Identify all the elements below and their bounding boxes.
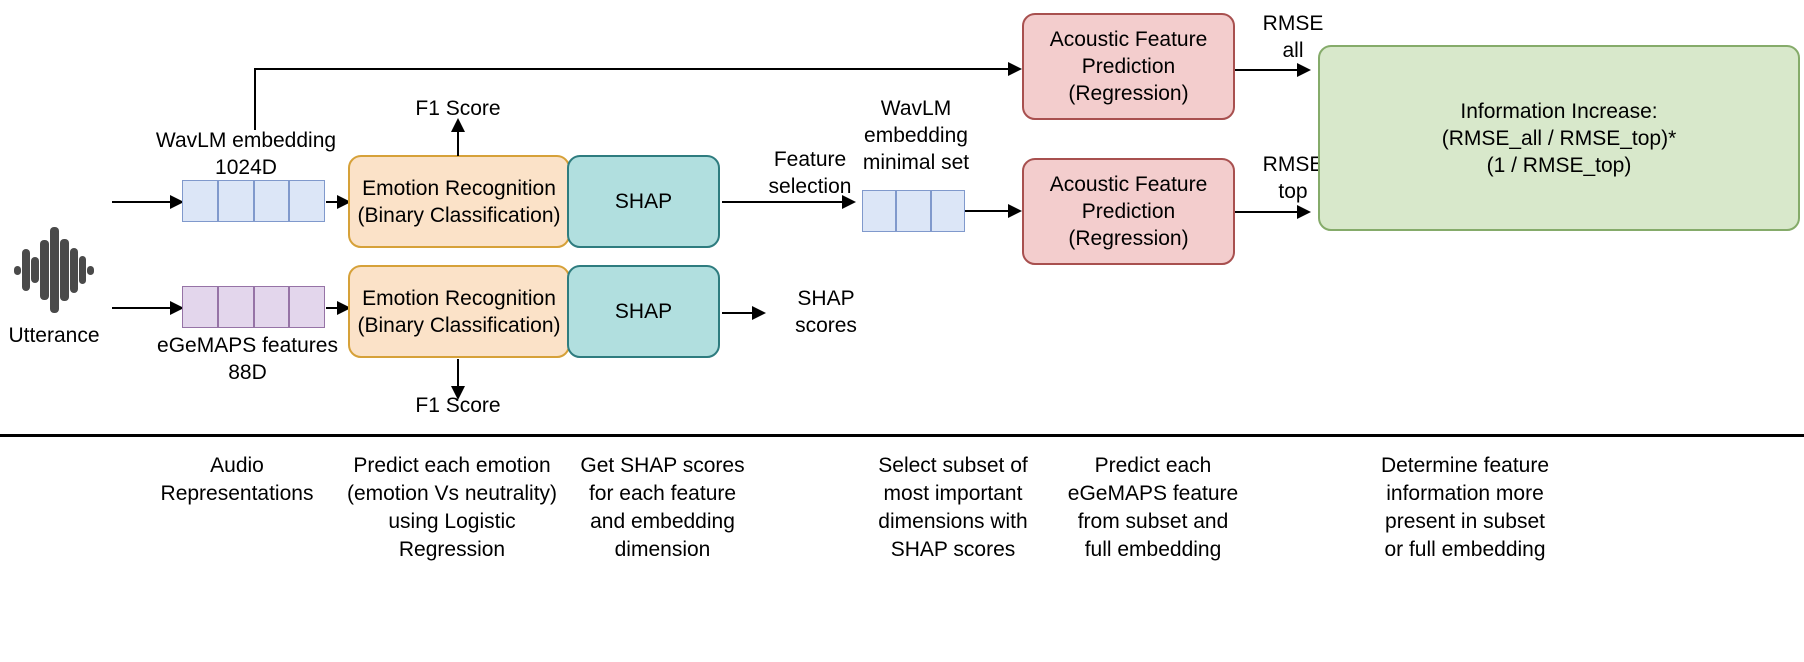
shap-box-bottom[interactable]: SHAP: [567, 265, 720, 358]
acoustic-feature-prediction-box-bottom[interactable]: Acoustic Feature Prediction (Regression): [1022, 158, 1235, 265]
arrow-utterance-to-wavlm-line: [112, 201, 172, 204]
shap-scores-label: SHAP scores: [795, 287, 857, 337]
arrow-shap-to-minimal-head: [842, 195, 856, 209]
f1-score-label-bottom: F1 Score: [415, 394, 501, 417]
embedding-cell: [182, 180, 218, 222]
egemaps-features-label: eGeMAPS features 88D: [157, 334, 338, 384]
embedding-cell: [896, 190, 931, 232]
section-divider: [0, 434, 1804, 437]
arrow-er-bottom-to-f1-line: [457, 359, 460, 389]
caption-audio-representations: Audio Representations: [160, 454, 314, 505]
embedding-cell: [862, 190, 897, 232]
arrow-utterance-to-egemaps-line: [112, 307, 172, 310]
wavlm-minimal-set-strip: [862, 190, 965, 232]
audio-waveform-icon: [14, 225, 94, 315]
acoustic-feature-prediction-box-top[interactable]: Acoustic Feature Prediction (Regression): [1022, 13, 1235, 120]
wavlm-embedding-strip: [182, 180, 325, 222]
arrow-minimal-to-acoustic-head: [1008, 204, 1022, 218]
shap-box-top[interactable]: SHAP: [567, 155, 720, 248]
embedding-cell: [930, 190, 965, 232]
caption-get-shap-scores: Get SHAP scores for each feature and emb…: [580, 454, 745, 561]
caption-determine-information: Determine feature information more prese…: [1380, 454, 1550, 561]
embedding-cell: [253, 180, 290, 222]
branch-wavlm-vertical-line: [254, 68, 257, 130]
emotion-recognition-box-bottom[interactable]: Emotion Recognition (Binary Classificati…: [348, 265, 570, 358]
embedding-cell: [182, 286, 218, 328]
pipeline-diagram: Utterance WavLM embedding 1024D eGeMAPS …: [0, 0, 1804, 662]
caption-select-subset: Select subset of most important dimensio…: [878, 454, 1028, 561]
branch-wavlm-horizontal-line: [254, 68, 1014, 71]
caption-predict-egemaps: Predict each eGeMAPS feature from subset…: [1067, 454, 1239, 561]
arrow-rmse-top-head: [1297, 205, 1311, 219]
emotion-recognition-box-top[interactable]: Emotion Recognition (Binary Classificati…: [348, 155, 570, 248]
f1-score-label-top: F1 Score: [415, 97, 501, 120]
arrow-rmse-all-line: [1235, 69, 1305, 72]
arrow-shap-to-minimal-line: [722, 201, 850, 204]
arrow-rmse-all-head: [1297, 63, 1311, 77]
arrow-shap-bottom-to-scores-head: [752, 306, 766, 320]
branch-wavlm-arrowhead: [1008, 62, 1022, 76]
utterance-label: Utterance: [8, 324, 100, 347]
embedding-cell: [217, 180, 254, 222]
embedding-cell: [217, 286, 254, 328]
caption-predict-emotion: Predict each emotion (emotion Vs neutral…: [346, 454, 558, 561]
embedding-cell: [253, 286, 290, 328]
egemaps-features-strip: [182, 286, 325, 328]
wavlm-minimal-set-label: WavLM embedding minimal set: [862, 97, 970, 174]
wavlm-embedding-label: WavLM embedding 1024D: [155, 129, 337, 179]
arrow-rmse-top-line: [1235, 211, 1305, 214]
embedding-cell: [289, 286, 325, 328]
information-increase-box[interactable]: Information Increase: (RMSE_all / RMSE_t…: [1318, 45, 1800, 231]
embedding-cell: [289, 180, 325, 222]
